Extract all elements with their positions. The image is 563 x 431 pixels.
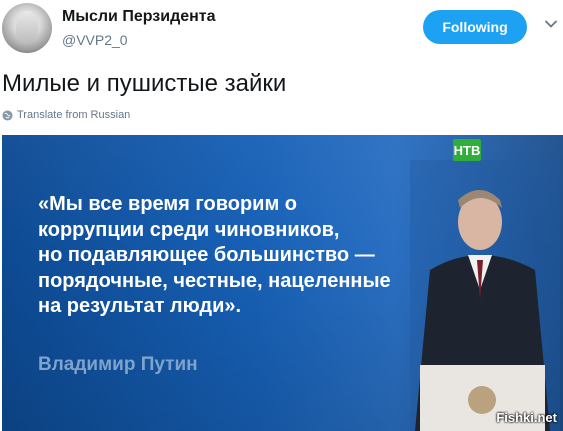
translate-link[interactable]: Translate from Russian <box>2 109 130 121</box>
avatar-face <box>16 11 38 43</box>
watermark: Fishki.net <box>496 410 557 425</box>
quote-text: «Мы все время говорим о коррупции среди … <box>38 192 508 320</box>
account-display-name[interactable]: Мысли Перзидента <box>62 8 216 26</box>
ntv-channel-logo: НТВ <box>453 139 481 161</box>
translate-label[interactable]: Translate from Russian <box>17 109 130 121</box>
quote-line: на результат люди». <box>38 295 242 317</box>
chevron-down-icon[interactable] <box>545 18 557 30</box>
following-button[interactable]: Following <box>423 10 527 44</box>
tweet-text: Милые и пушистые зайки <box>2 70 287 97</box>
quote-line: порядочные, честные, нацеленные <box>38 269 391 292</box>
avatar[interactable] <box>2 3 52 53</box>
globe-icon <box>2 109 13 121</box>
quote-line: «Мы все время говорим о <box>38 193 298 215</box>
quote-author: Владимир Путин <box>38 354 198 375</box>
account-handle[interactable]: @VVP2_0 <box>62 32 128 48</box>
quote-line: коррупции среди чиновников, <box>38 218 340 241</box>
quote-line: но подавляющее большинство — <box>38 244 375 266</box>
tweet-media-image[interactable]: НТВ «Мы все время говорим о коррупции ср… <box>2 135 563 431</box>
